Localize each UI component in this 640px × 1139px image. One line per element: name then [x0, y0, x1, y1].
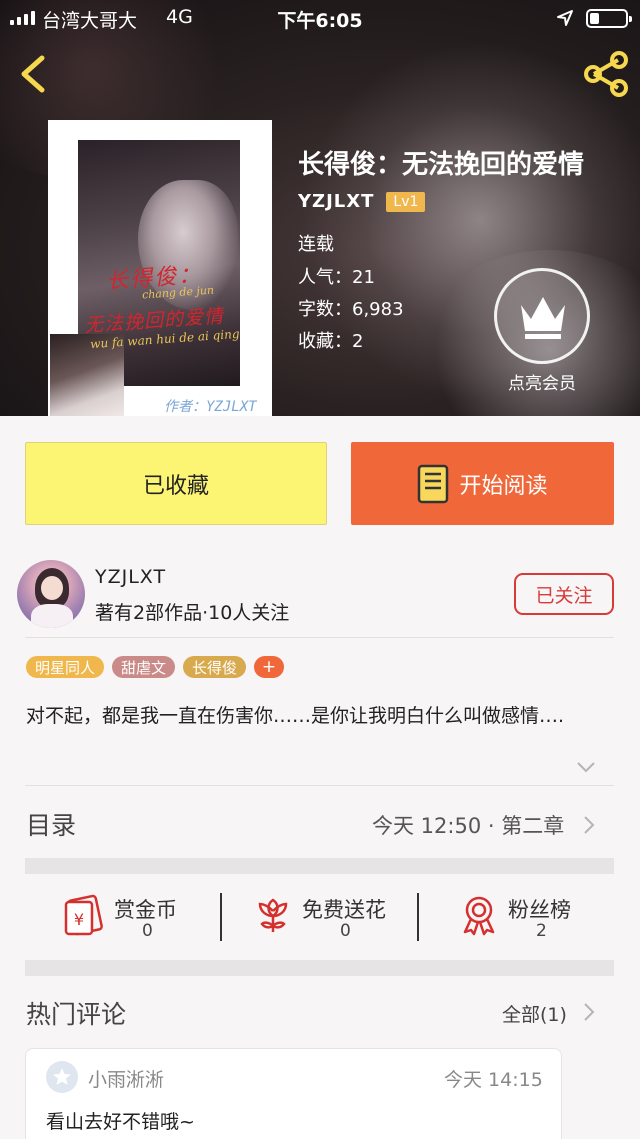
- follow-label: 已关注: [535, 584, 593, 607]
- tag[interactable]: 长得俊: [183, 656, 247, 678]
- location-arrow-icon: [557, 10, 573, 26]
- stat-value: 2: [536, 921, 547, 941]
- popularity: 人气：21: [298, 267, 375, 288]
- section-separator: [25, 858, 614, 874]
- red-envelope-icon: ¥: [64, 894, 103, 936]
- serial-status: 连载: [298, 234, 334, 255]
- collected-label: 已收藏: [142, 473, 209, 499]
- vip-button[interactable]: [494, 268, 590, 364]
- chevron-right-icon[interactable]: [582, 1001, 596, 1023]
- stat-value: 0: [340, 921, 351, 941]
- comments-title: 热门评论: [26, 1000, 127, 1029]
- collected-button[interactable]: 已收藏: [25, 442, 327, 525]
- divider: [417, 893, 419, 941]
- book-icon: [418, 464, 449, 503]
- word-count: 字数：6,983: [298, 299, 404, 320]
- author-avatar[interactable]: [17, 560, 85, 628]
- fan-leaderboard[interactable]: 粉丝榜 2: [458, 890, 598, 950]
- battery-icon: [586, 9, 632, 28]
- add-tag-button[interactable]: +: [254, 656, 285, 678]
- divider: [25, 637, 614, 638]
- chevron-right-icon[interactable]: [582, 814, 596, 836]
- status-bar: 台湾大哥大 4G 下午6:05: [0, 0, 640, 36]
- free-flowers[interactable]: 免费送花 0: [252, 890, 412, 950]
- follow-button[interactable]: 已关注: [514, 573, 614, 615]
- synopsis: 对不起，都是我一直在伤害你……是你让我明白什么叫做感情….: [26, 705, 565, 727]
- reward-coins[interactable]: ¥ 赏金币 0: [62, 890, 212, 950]
- start-reading-button[interactable]: 开始阅读: [351, 442, 614, 525]
- comment-time: 今天 14:15: [444, 1069, 543, 1091]
- cover-author: 作者：YZJLXT: [164, 399, 257, 415]
- stat-value: 0: [142, 921, 153, 941]
- chevron-down-icon[interactable]: [576, 760, 596, 774]
- stat-label: 粉丝榜: [508, 898, 571, 922]
- vip-label[interactable]: 点亮会员: [470, 369, 614, 394]
- book-header: 台湾大哥大 4G 下午6:05 长得俊： chang de jun 无法挽回的爱…: [0, 0, 640, 416]
- divider: [25, 785, 614, 786]
- author-stats: 著有2部作品·10人关注: [95, 602, 290, 624]
- crown-icon: [521, 297, 565, 339]
- divider: [220, 893, 222, 941]
- tag-list: 明星同人 甜虐文 长得俊 +: [26, 656, 285, 678]
- book-cover[interactable]: 长得俊： chang de jun 无法挽回的爱情 wu fa wan hui …: [48, 120, 272, 416]
- medal-icon: [463, 896, 495, 936]
- all-comments-link[interactable]: 全部(1): [502, 1000, 567, 1027]
- stat-label: 赏金币: [114, 898, 177, 922]
- battery-level: [590, 13, 599, 24]
- toc-title[interactable]: 目录: [26, 806, 76, 842]
- author-name[interactable]: YZJLXT: [298, 191, 374, 212]
- flower-icon: [258, 898, 288, 932]
- start-reading-label: 开始阅读: [459, 473, 548, 499]
- share-icon[interactable]: [582, 50, 630, 98]
- commenter-name[interactable]: 小雨淅淅: [88, 1065, 164, 1092]
- stat-label: 免费送花: [302, 898, 386, 922]
- author-username[interactable]: YZJLXT: [95, 566, 166, 588]
- default-avatar-icon: [47, 1062, 77, 1092]
- clock: 下午6:05: [277, 10, 363, 32]
- level-badge: Lv1: [386, 191, 426, 212]
- commenter-avatar[interactable]: [46, 1061, 78, 1093]
- tag[interactable]: 明星同人: [26, 656, 105, 678]
- comment-text: 看山去好不错哦~: [46, 1111, 195, 1133]
- svg-text:¥: ¥: [74, 910, 84, 929]
- book-title: 长得俊：无法挽回的爱情: [298, 150, 585, 180]
- section-separator: [25, 960, 614, 976]
- author-row: YZJLXT Lv1: [298, 191, 426, 212]
- back-arrow-icon[interactable]: [14, 52, 54, 96]
- latest-chapter[interactable]: 今天 12:50 · 第二章: [372, 810, 564, 840]
- favorites-count: 收藏：2: [298, 331, 364, 352]
- comment-card[interactable]: 小雨淅淅 今天 14:15 看山去好不错哦~: [25, 1048, 562, 1139]
- tag[interactable]: 甜虐文: [112, 656, 176, 678]
